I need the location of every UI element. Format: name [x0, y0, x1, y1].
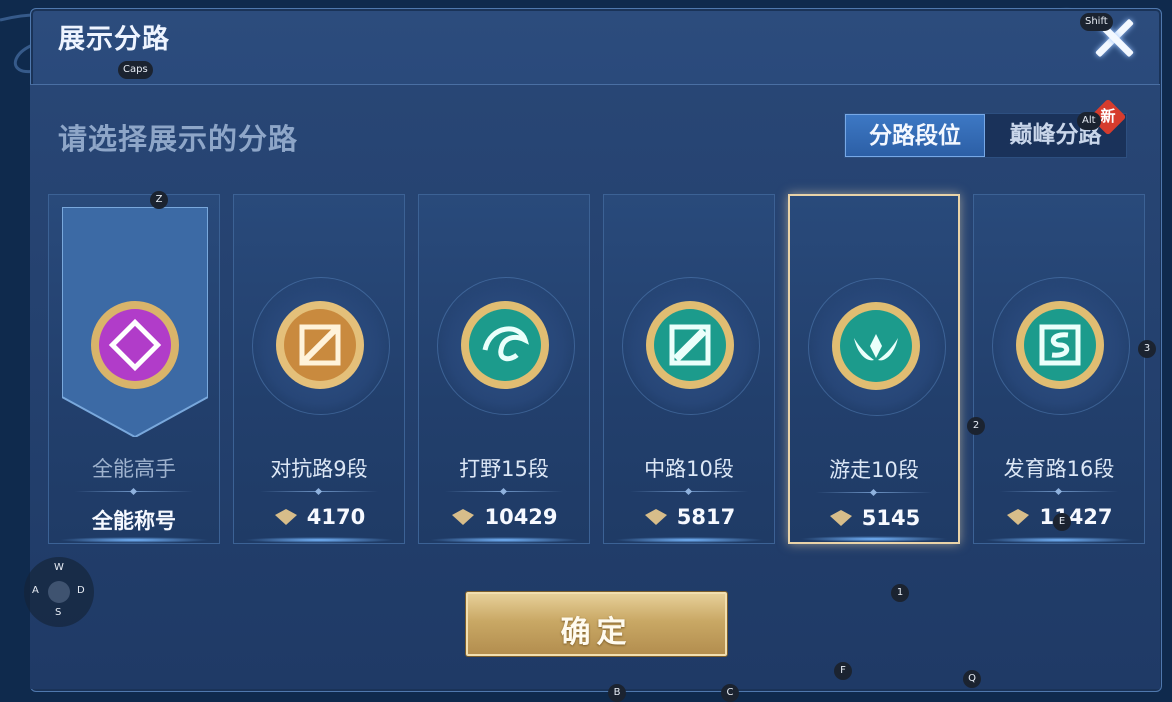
- lane-card-all-round[interactable]: 全能高手 全能称号: [48, 194, 220, 544]
- lane-card-jungle[interactable]: 打野15段 10429: [418, 194, 590, 544]
- confirm-button[interactable]: 确定: [466, 592, 727, 656]
- lane-value: 全能称号: [92, 509, 176, 533]
- joystick-knob: [48, 581, 70, 603]
- key-hint-shift: Shift: [1080, 13, 1113, 31]
- lane-value-number: 5145: [861, 506, 921, 530]
- glow: [984, 537, 1134, 543]
- key-hint-a: A: [32, 585, 39, 596]
- rank-star-icon: [274, 509, 297, 525]
- divider: [445, 491, 563, 492]
- key-hint-1: 1: [891, 584, 909, 602]
- glow: [244, 537, 394, 543]
- lane-label: 打野15段: [459, 457, 549, 481]
- lane-card-mid[interactable]: 中路10段 5817: [603, 194, 775, 544]
- lane-value-number: 11427: [1039, 505, 1113, 529]
- lane-value: 4170: [234, 505, 404, 529]
- key-hint-z: Z: [150, 191, 168, 209]
- divider: [260, 491, 378, 492]
- lane-value-number: 5817: [676, 505, 736, 529]
- key-hint-c: C: [721, 684, 739, 702]
- all-round-medal-icon: [91, 301, 179, 389]
- glow: [429, 537, 579, 543]
- confirm-button-label: 确定: [560, 615, 633, 650]
- rank-star-icon: [1007, 509, 1030, 525]
- key-hint-2: 2: [967, 417, 985, 435]
- divider: [75, 491, 193, 492]
- rank-star-icon: [452, 509, 475, 525]
- key-hint-q: Q: [963, 670, 981, 688]
- staff-medal-icon: [646, 301, 734, 389]
- rank-star-icon: [829, 510, 852, 526]
- lane-label: 游走10段: [829, 458, 919, 482]
- dragon-medal-icon: [461, 301, 549, 389]
- lane-value-number: 4170: [306, 505, 366, 529]
- lane-label: 中路10段: [644, 457, 734, 481]
- glow: [59, 537, 209, 543]
- lane-value: 5145: [790, 506, 958, 530]
- lane-label: 全能高手: [92, 457, 176, 481]
- lane-card-clash[interactable]: 对抗路9段 4170: [233, 194, 405, 544]
- arrow-medal-icon: [1016, 301, 1104, 389]
- lane-value-number: 10429: [484, 505, 558, 529]
- key-hint-caps: Caps: [118, 61, 153, 79]
- lane-value: 5817: [604, 505, 774, 529]
- lane-label: 发育路16段: [1003, 457, 1115, 481]
- divider: [630, 491, 748, 492]
- glow: [614, 537, 764, 543]
- key-hint-w: W: [54, 562, 64, 573]
- lane-card-farm[interactable]: 发育路16段 11427: [973, 194, 1145, 544]
- lane-value: 10429: [419, 505, 589, 529]
- lane-label: 对抗路9段: [270, 457, 368, 481]
- divider: [1000, 491, 1118, 492]
- lane-card-roam[interactable]: 游走10段 5145: [788, 194, 960, 544]
- wings-medal-icon: [832, 302, 920, 390]
- divider: [816, 492, 932, 493]
- key-hint-e: E: [1053, 513, 1071, 531]
- rank-star-icon: [644, 509, 667, 525]
- tab-lane-rank[interactable]: 分路段位: [845, 114, 985, 157]
- key-hint-f: F: [834, 662, 852, 680]
- dialog-subtitle: 请选择展示的分路: [58, 122, 299, 156]
- sword-medal-icon: [276, 301, 364, 389]
- key-hint-b: B: [608, 684, 626, 702]
- key-hint-s: S: [55, 607, 62, 618]
- key-hint-3: 3: [1138, 340, 1156, 358]
- key-hint-d: D: [77, 585, 85, 596]
- movement-joystick[interactable]: W A D S: [24, 557, 94, 627]
- dialog-title: 展示分路: [58, 24, 170, 55]
- key-hint-alt: Alt: [1077, 112, 1101, 130]
- glow: [800, 536, 948, 542]
